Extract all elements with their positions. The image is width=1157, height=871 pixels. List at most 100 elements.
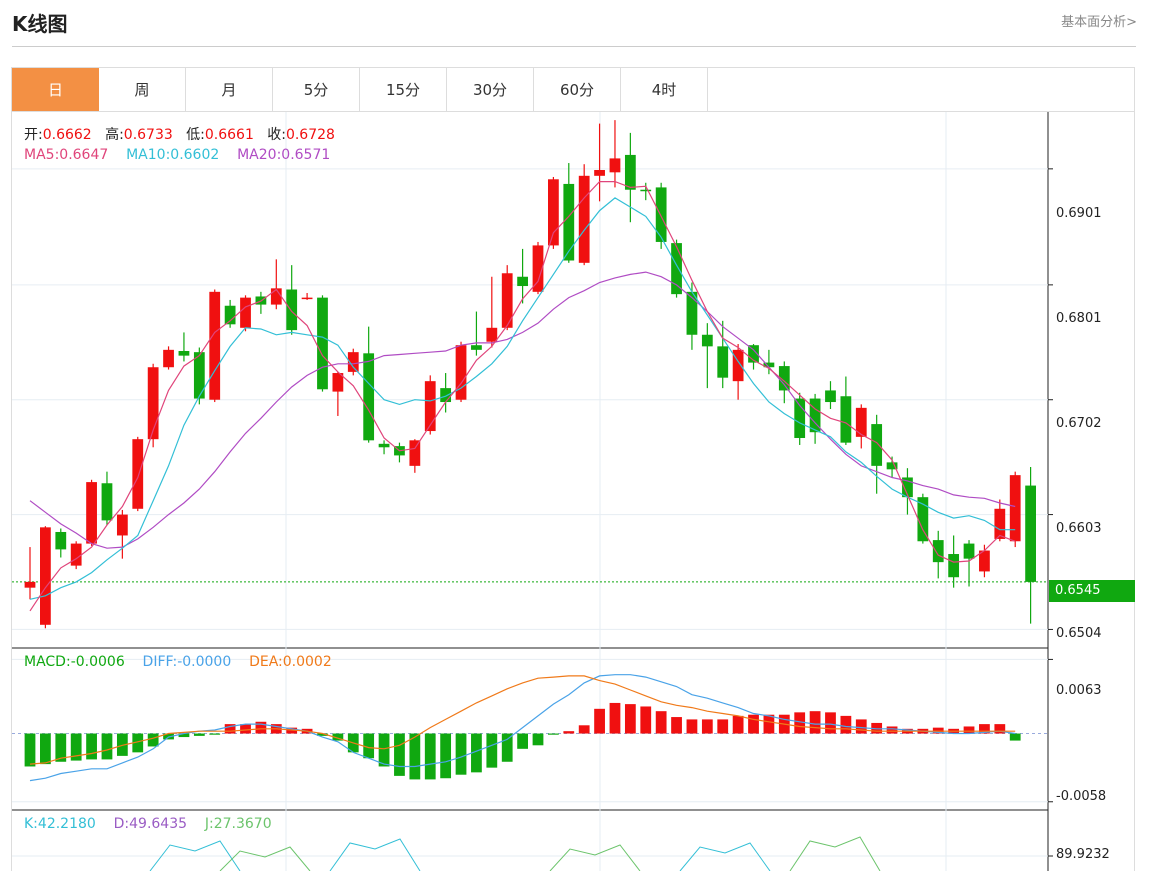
candle-body xyxy=(270,288,282,305)
macd-bar xyxy=(517,733,528,749)
macd-bar xyxy=(532,733,544,746)
ma5-value: 0.6647 xyxy=(59,147,109,163)
k-label: K: xyxy=(24,816,38,832)
candle-body xyxy=(717,346,729,378)
candle xyxy=(979,544,990,578)
macd-tick: -0.0058 xyxy=(1056,789,1107,804)
open-label: 开: xyxy=(24,127,43,143)
candle xyxy=(301,292,313,300)
macd-tick: 0.0063 xyxy=(1056,683,1102,698)
macd-legend: MACD:-0.0006 DIFF:-0.0000 DEA:0.0002 xyxy=(24,654,332,670)
candle xyxy=(732,344,744,400)
candle xyxy=(1009,471,1021,548)
close-label: 收: xyxy=(267,127,286,143)
candle-body xyxy=(86,482,97,544)
candle-body xyxy=(871,424,883,466)
ohlc-legend: 开:0.6662 高:0.6733 低:0.6661 收:0.6728 xyxy=(24,124,335,144)
macd-series xyxy=(12,674,1048,782)
macd-bar xyxy=(809,711,821,734)
candle-body xyxy=(1009,475,1021,542)
candle-body xyxy=(363,353,375,441)
macd-bar xyxy=(440,733,452,779)
candle xyxy=(1025,467,1036,624)
macd-bar xyxy=(378,733,390,767)
candle xyxy=(871,414,883,494)
kdj-tick: 89.9232 xyxy=(1056,847,1110,862)
candle-body xyxy=(163,349,174,368)
candle xyxy=(240,295,251,332)
candle-body xyxy=(70,543,82,566)
candle-body xyxy=(471,345,482,350)
candle-body xyxy=(655,187,667,242)
candle xyxy=(548,176,559,249)
candle xyxy=(778,361,790,404)
macd-bar xyxy=(732,715,744,734)
diff-value: -0.0000 xyxy=(177,654,232,670)
candle xyxy=(286,265,298,335)
macd-bar xyxy=(640,706,652,734)
candle xyxy=(332,371,344,416)
candle xyxy=(501,265,513,331)
ma20-line xyxy=(29,271,1016,549)
candle-body xyxy=(55,531,67,550)
j-label: J: xyxy=(204,816,214,832)
candle xyxy=(609,120,621,188)
macd-bar xyxy=(193,733,205,736)
macd-bar xyxy=(394,733,405,776)
macd-bar xyxy=(86,733,97,760)
macd-bar xyxy=(409,733,421,780)
close-value: 0.6728 xyxy=(285,127,335,143)
candle-body xyxy=(948,554,960,578)
macd-bar xyxy=(748,714,759,734)
price-tick: 0.6801 xyxy=(1056,311,1102,326)
candle-body xyxy=(963,543,975,559)
macd-bar xyxy=(1009,733,1021,741)
open-value: 0.6662 xyxy=(42,127,92,143)
candle-body xyxy=(609,158,621,173)
kdj-line xyxy=(679,842,771,871)
candle xyxy=(455,341,467,403)
candle-body xyxy=(486,327,498,342)
candle xyxy=(701,323,713,389)
macd-bar xyxy=(594,708,605,734)
macd-bar xyxy=(717,719,729,734)
macd-bar xyxy=(40,733,51,765)
macd-bar xyxy=(563,731,575,734)
candle-body xyxy=(701,334,713,347)
candle xyxy=(132,436,144,512)
macd-bar xyxy=(24,733,36,767)
candle-body xyxy=(624,154,636,190)
macd-bar xyxy=(101,733,113,760)
candle-body xyxy=(794,398,806,439)
macd-bar xyxy=(655,711,667,734)
candle xyxy=(578,164,590,266)
price-tick: 0.6603 xyxy=(1056,521,1102,536)
j-value: 27.3670 xyxy=(213,816,272,832)
candle xyxy=(902,468,913,515)
ma20-label: MA20: xyxy=(237,147,282,163)
k-value: 42.2180 xyxy=(37,816,96,832)
candle-body xyxy=(563,183,575,261)
candle xyxy=(40,526,51,629)
candle-body xyxy=(209,291,221,400)
macd-bar xyxy=(825,712,836,734)
candle-body xyxy=(825,390,836,403)
candle xyxy=(471,311,482,356)
candle xyxy=(363,326,375,443)
kdj-line xyxy=(549,844,641,871)
candle xyxy=(24,547,36,600)
candle-body xyxy=(409,440,421,466)
kdj-line xyxy=(219,846,311,871)
candle-body xyxy=(301,297,313,300)
candle-body xyxy=(517,276,528,287)
macd-bar xyxy=(624,704,636,734)
ma10-value: 0.6602 xyxy=(170,147,220,163)
candle-body xyxy=(178,350,190,356)
macd-label: MACD: xyxy=(24,654,71,670)
candle xyxy=(394,442,405,463)
dea-label: DEA: xyxy=(249,654,283,670)
high-value: 0.6733 xyxy=(123,127,173,143)
candle xyxy=(317,295,328,392)
candle xyxy=(671,239,682,298)
macd-bar xyxy=(701,719,713,734)
